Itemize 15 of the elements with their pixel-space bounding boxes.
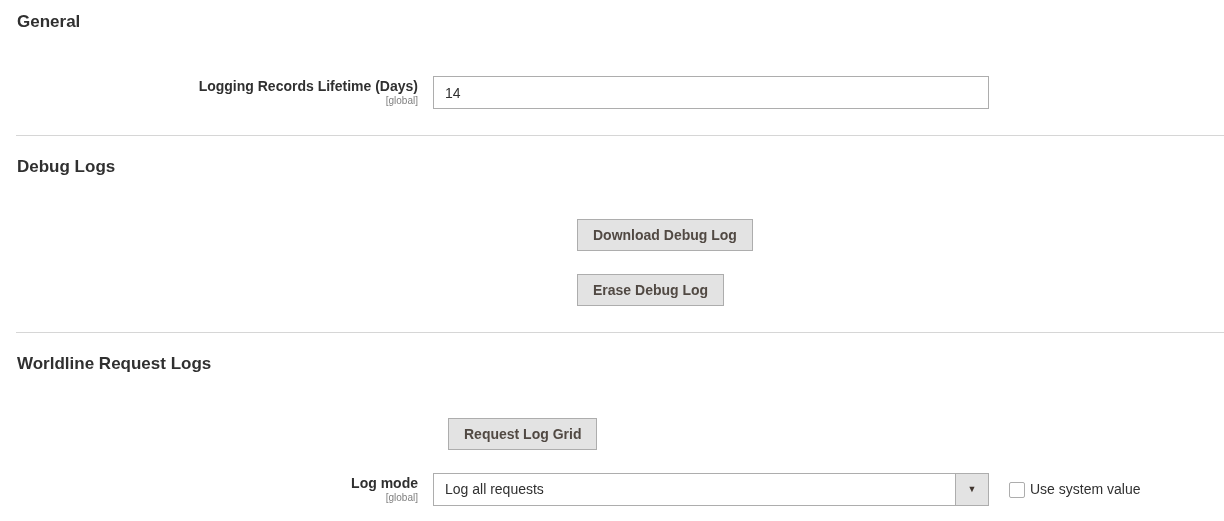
select-field[interactable]: Log all requests ▼ (433, 473, 989, 506)
action-button[interactable]: Request Log Grid (448, 418, 598, 450)
checkbox-label: Use system value (1030, 480, 1141, 499)
scope-label: [global] (385, 95, 418, 107)
section-title: Worldline Request Logs (16, 353, 213, 374)
input-field[interactable]: 14 (433, 76, 989, 109)
checkbox[interactable] (1009, 481, 1025, 498)
scope-label: [global] (385, 492, 418, 504)
section-title: Debug Logs (16, 156, 117, 177)
field-label: Logging Records Lifetime (Days) (198, 77, 418, 95)
field-label: Log mode (351, 474, 418, 492)
action-button[interactable]: Download Debug Log (577, 219, 753, 251)
section-title: General (16, 11, 82, 32)
action-button[interactable]: Erase Debug Log (577, 274, 725, 306)
select-value: Log all requests (444, 480, 545, 499)
